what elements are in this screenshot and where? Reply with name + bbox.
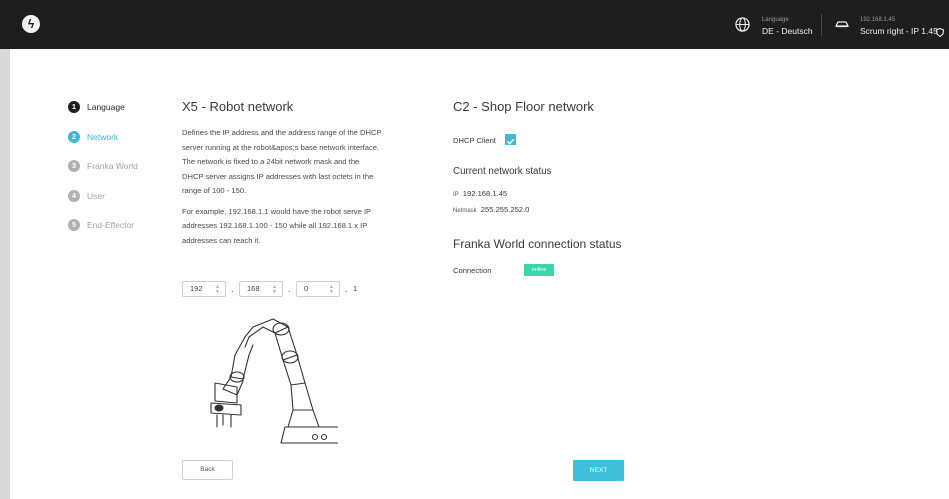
- franka-world-status-title: Franka World connection status: [453, 237, 622, 251]
- spinner-icon[interactable]: ▲ ▼: [215, 285, 220, 295]
- language-value: DE - Deutsch: [762, 26, 813, 36]
- ip-separator: .: [231, 284, 234, 294]
- dhcp-client-checkbox[interactable]: [505, 134, 516, 145]
- octet-value: 192: [190, 284, 203, 293]
- step-franka-world[interactable]: 3 Franka World: [68, 160, 168, 190]
- language-label: Language: [762, 17, 789, 23]
- robot-ip: 192.168.1.45: [860, 17, 896, 23]
- step-label: Network: [87, 131, 119, 142]
- step-language[interactable]: 1 Language: [68, 101, 168, 131]
- ip-octet-2-input[interactable]: 168 ▲ ▼: [239, 281, 283, 297]
- ip-separator: .: [288, 284, 291, 294]
- ip-label: IP: [453, 192, 459, 198]
- step-label: End-Effector: [87, 220, 135, 230]
- step-end-effector[interactable]: 5 End-Effector: [68, 219, 168, 249]
- x5-description: Defines the IP address and the address r…: [182, 126, 382, 248]
- robot-connection-icon: [835, 21, 849, 28]
- top-bar: ϟ Language DE - Deutsch 192.168.1.45 Scr…: [0, 0, 949, 49]
- x5-description-paragraph: Defines the IP address and the address r…: [182, 128, 382, 195]
- octet-value: 0: [304, 284, 309, 293]
- globe-icon[interactable]: [735, 17, 750, 32]
- checkmark-icon: [506, 138, 515, 145]
- step-label: Franka World: [87, 161, 138, 171]
- step-number: 2: [68, 130, 80, 143]
- ip-octet-4: 1: [353, 284, 358, 293]
- netmask-value: 255.255.252.0: [480, 205, 530, 214]
- step-label: User: [87, 190, 105, 201]
- robot-arm-illustration: [210, 318, 338, 444]
- franka-logo-icon[interactable]: ϟ: [22, 15, 40, 33]
- robot-name: Scrum right - IP 1.45: [860, 26, 938, 36]
- setup-steps: 1 Language 2 Network 3 Franka World 4 Us…: [68, 101, 168, 249]
- step-number: 4: [68, 189, 80, 202]
- robot-info[interactable]: 192.168.1.45 Scrum right - IP 1.45: [860, 15, 938, 36]
- x5-example-paragraph: For example, 192.168.1.1 would have the …: [182, 206, 371, 245]
- current-netmask: Netmask 255.255.252.0: [453, 205, 529, 214]
- ip-octet-3-input[interactable]: 0 ▲ ▼: [296, 281, 340, 297]
- shield-icon: [936, 28, 944, 37]
- dhcp-client-label: DHCP Client: [453, 136, 496, 145]
- step-number: 1: [68, 101, 80, 113]
- network-status-title: Current network status: [453, 166, 552, 177]
- current-ip: IP 192.168.1.45: [453, 189, 507, 198]
- back-button[interactable]: Back: [182, 460, 233, 480]
- x5-section-title: X5 - Robot network: [182, 99, 294, 114]
- next-button[interactable]: NEXT: [573, 460, 624, 481]
- step-label: Language: [87, 102, 125, 112]
- connection-label: Connection: [453, 266, 492, 275]
- spinner-icon[interactable]: ▲ ▼: [272, 285, 277, 295]
- setup-panel: 1 Language 2 Network 3 Franka World 4 Us…: [10, 49, 949, 499]
- step-number: 3: [68, 160, 80, 172]
- netmask-label: Netmask: [453, 208, 477, 214]
- step-user[interactable]: 4 User: [68, 189, 168, 220]
- step-number: 5: [68, 219, 80, 231]
- spinner-icon[interactable]: ▲ ▼: [329, 285, 334, 295]
- language-selector[interactable]: Language DE - Deutsch: [762, 15, 813, 36]
- ip-value: 192.168.1.45: [462, 189, 508, 198]
- status-badge: online: [524, 264, 554, 276]
- c2-section-title: C2 - Shop Floor network: [453, 99, 594, 114]
- ip-octet-1-input[interactable]: 192 ▲ ▼: [182, 281, 226, 297]
- step-network[interactable]: 2 Network: [68, 130, 168, 161]
- octet-value: 168: [247, 284, 260, 293]
- topbar-divider: [821, 14, 822, 36]
- ip-separator: .: [345, 284, 348, 294]
